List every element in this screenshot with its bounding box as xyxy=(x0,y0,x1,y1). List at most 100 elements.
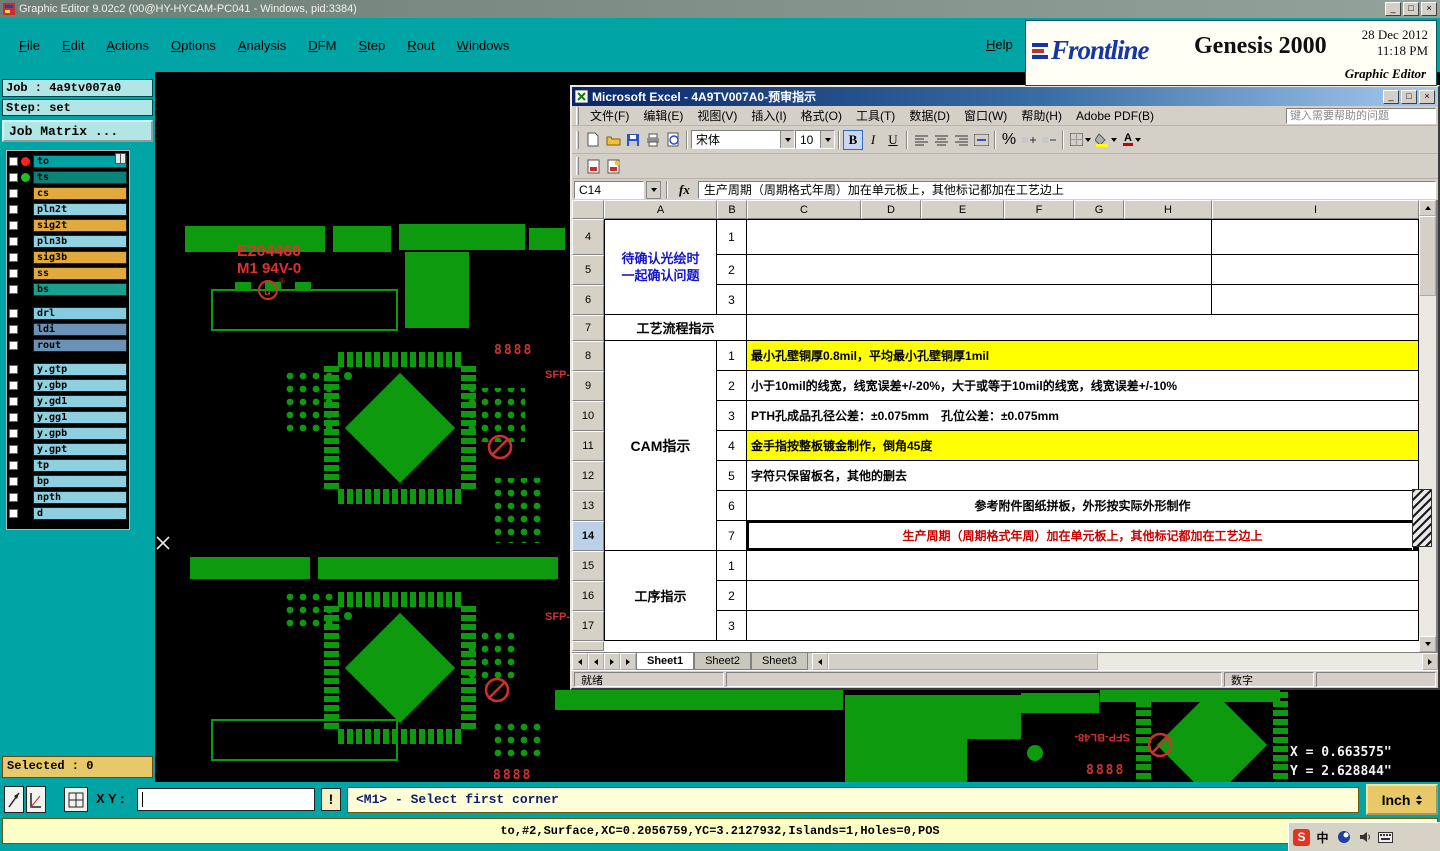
menu-drag-handle[interactable] xyxy=(576,106,579,125)
cell-i6[interactable] xyxy=(1212,285,1419,315)
cell-c14-selected[interactable]: 生产周期（周期格式年周）加在单元板上，其他标记都加在工艺边上 xyxy=(747,521,1419,551)
layers-panel-grid-icon[interactable] xyxy=(115,153,126,164)
layer-name[interactable]: pln3b xyxy=(33,235,127,248)
toolbar-drag-handle[interactable] xyxy=(576,130,579,149)
font-name-combo[interactable]: 宋体 xyxy=(691,130,795,149)
cell-b15[interactable]: 1 xyxy=(717,551,747,581)
layer-name[interactable]: y.gpb xyxy=(33,427,127,440)
xy-coordinate-input[interactable] xyxy=(137,788,315,811)
layer-name[interactable]: bs xyxy=(33,283,127,296)
measure-mode-icon[interactable] xyxy=(26,786,46,813)
volume-icon[interactable] xyxy=(1356,829,1373,846)
snap-mode-icon[interactable] xyxy=(4,786,24,813)
cell-a4-merged[interactable]: 待确认光绘时 一起确认问题 xyxy=(604,219,717,315)
cell-b10[interactable]: 3 xyxy=(717,401,747,431)
column-header-i[interactable]: I xyxy=(1212,200,1419,219)
layer-checkbox[interactable] xyxy=(9,205,18,214)
layer-checkbox[interactable] xyxy=(9,429,18,438)
print-preview-icon[interactable] xyxy=(663,130,683,150)
layer-row-ygpt[interactable]: y.gpt xyxy=(7,442,129,457)
scroll-up-icon[interactable] xyxy=(1419,200,1436,216)
row-header-partial[interactable] xyxy=(572,641,604,651)
excel-minimize-button[interactable]: _ xyxy=(1383,89,1399,104)
name-box-dropdown-icon[interactable] xyxy=(646,180,661,199)
row-header-17[interactable]: 17 xyxy=(572,611,604,641)
layer-row-ts[interactable]: ts xyxy=(7,170,129,185)
grid-toggle-icon[interactable] xyxy=(64,787,88,812)
excel-menu-window[interactable]: 窗口(W) xyxy=(957,107,1014,124)
merge-center-icon[interactable] xyxy=(971,130,991,150)
layer-checkbox[interactable] xyxy=(9,341,18,350)
layer-checkbox[interactable] xyxy=(9,157,18,166)
menu-rout[interactable]: Rout xyxy=(396,38,445,53)
layer-checkbox[interactable] xyxy=(9,477,18,486)
menu-actions[interactable]: Actions xyxy=(95,38,160,53)
cell-b4[interactable]: 1 xyxy=(717,219,747,255)
layer-row-bp[interactable]: bp xyxy=(7,474,129,489)
menu-dfm[interactable]: DFM xyxy=(297,38,347,53)
row-header-11[interactable]: 11 xyxy=(572,431,604,461)
excel-menu-insert[interactable]: 插入(I) xyxy=(744,107,793,124)
row-header-6[interactable]: 6 xyxy=(572,285,604,315)
cell-c7-i7[interactable] xyxy=(747,315,1419,341)
layer-row-d[interactable]: d xyxy=(7,506,129,521)
help-question-box[interactable]: 键入需要帮助的问题 xyxy=(1286,107,1436,124)
menu-file[interactable]: File xyxy=(8,38,51,53)
layer-row-drl[interactable]: drl xyxy=(7,306,129,321)
spreadsheet-grid[interactable]: A B C D E F G H I 4 5 6 7 8 9 10 11 12 1… xyxy=(572,200,1419,652)
layer-name[interactable]: y.gtp xyxy=(33,363,127,376)
menu-windows[interactable]: Windows xyxy=(446,38,521,53)
menu-edit[interactable]: Edit xyxy=(51,38,95,53)
excel-menu-file[interactable]: 文件(F) xyxy=(583,107,636,124)
column-header-d[interactable]: D xyxy=(861,200,921,219)
save-icon[interactable] xyxy=(623,130,643,150)
layer-name[interactable]: rout xyxy=(33,339,127,352)
cell-c11[interactable]: 金手指按整板镀金制作，倒角45度 xyxy=(747,431,1419,461)
layer-checkbox[interactable] xyxy=(9,189,18,198)
row-header-13[interactable]: 13 xyxy=(572,491,604,521)
excel-maximize-button[interactable]: □ xyxy=(1401,89,1417,104)
layer-name[interactable]: cs xyxy=(33,187,127,200)
cell-b9[interactable]: 2 xyxy=(717,371,747,401)
borders-button[interactable] xyxy=(1067,130,1093,150)
column-header-c[interactable]: C xyxy=(747,200,861,219)
decrease-decimal-icon[interactable] xyxy=(1039,130,1059,150)
layer-name[interactable]: to xyxy=(33,155,127,168)
column-header-b[interactable]: B xyxy=(717,200,747,219)
toolbar-drag-handle[interactable] xyxy=(576,157,579,175)
row-header-14[interactable]: 14 xyxy=(572,521,604,551)
layer-checkbox[interactable] xyxy=(9,173,18,182)
cell-i5[interactable] xyxy=(1212,255,1419,285)
units-selector[interactable]: Inch xyxy=(1366,784,1438,815)
layer-checkbox[interactable] xyxy=(9,309,18,318)
layer-checkbox[interactable] xyxy=(9,381,18,390)
layer-row-bs[interactable]: bs xyxy=(7,282,129,297)
layer-row-ygbp[interactable]: y.gbp xyxy=(7,378,129,393)
cell-c17-i17[interactable] xyxy=(747,611,1419,641)
layer-row-pln3b[interactable]: pln3b xyxy=(7,234,129,249)
column-header-a[interactable]: A xyxy=(604,200,717,219)
align-left-icon[interactable] xyxy=(911,130,931,150)
cell-b12[interactable]: 5 xyxy=(717,461,747,491)
cell-b11[interactable]: 4 xyxy=(717,431,747,461)
vertical-scroll-thumb[interactable] xyxy=(1419,216,1436,296)
align-center-icon[interactable] xyxy=(931,130,951,150)
layer-name[interactable]: y.gbp xyxy=(33,379,127,392)
select-all-corner[interactable] xyxy=(572,200,604,219)
layer-checkbox[interactable] xyxy=(9,269,18,278)
pdf-convert-icon[interactable] xyxy=(583,156,603,176)
layer-checkbox[interactable] xyxy=(9,413,18,422)
cell-c6-h6[interactable] xyxy=(747,285,1212,315)
cell-b14[interactable]: 7 xyxy=(717,521,747,551)
layer-name[interactable]: bp xyxy=(33,475,127,488)
layer-name[interactable]: pln2t xyxy=(33,203,127,216)
layer-name[interactable]: npth xyxy=(33,491,127,504)
minimize-button[interactable]: _ xyxy=(1385,2,1401,16)
formula-input[interactable]: 生产周期（周期格式年周）加在单元板上，其他标记都加在工艺边上 xyxy=(697,180,1436,199)
scroll-right-icon[interactable] xyxy=(1422,653,1438,670)
layer-name[interactable]: drl xyxy=(33,307,127,320)
cell-b17[interactable]: 3 xyxy=(717,611,747,641)
row-header-5[interactable]: 5 xyxy=(572,255,604,285)
partial-row[interactable] xyxy=(604,641,1419,651)
cell-b13[interactable]: 6 xyxy=(717,491,747,521)
